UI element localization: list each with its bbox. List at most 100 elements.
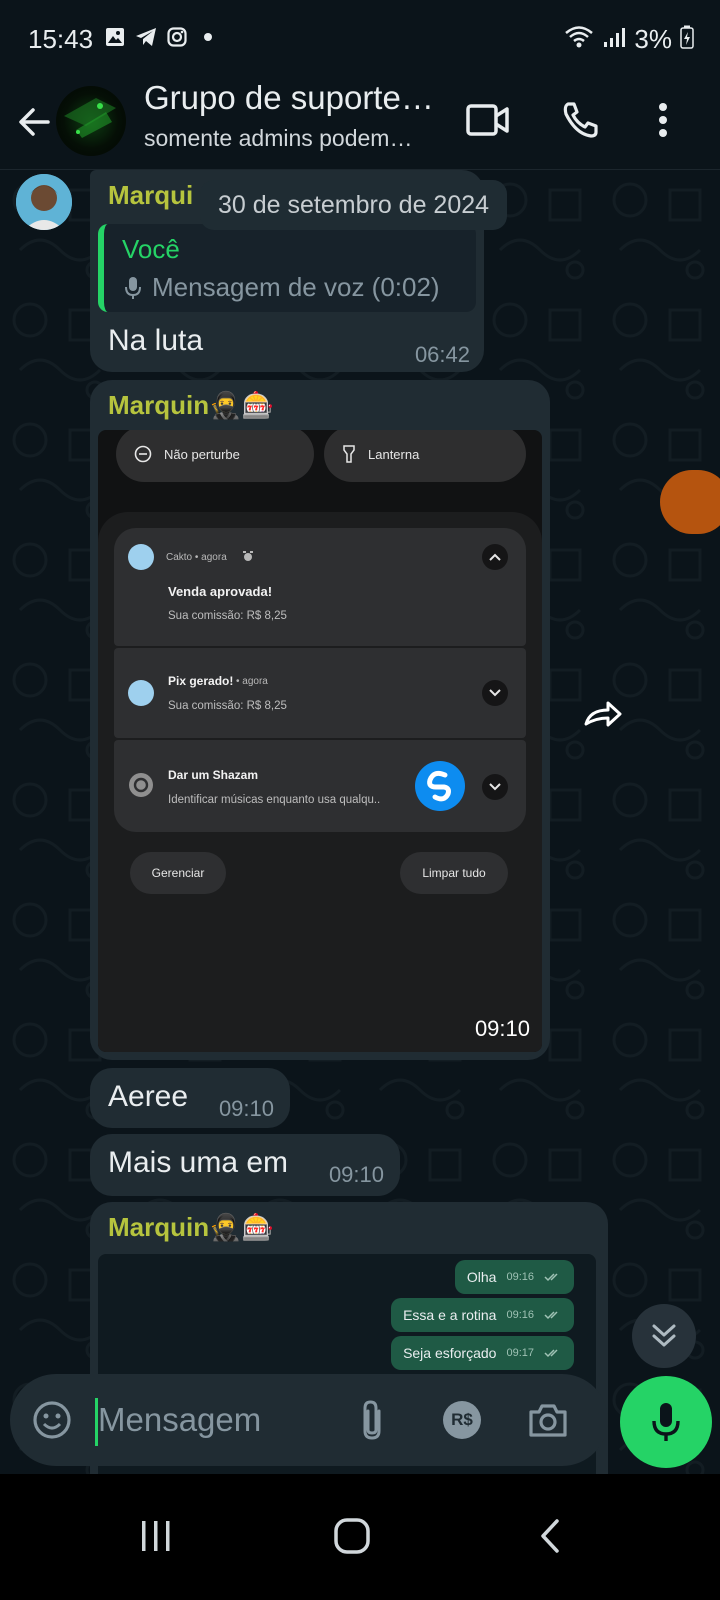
tile-do-not-disturb: Não perturbe	[116, 430, 314, 482]
message-text: Mais uma em	[108, 1146, 289, 1179]
message-text: Na luta	[108, 324, 204, 357]
battery-charging-icon	[680, 25, 694, 54]
nav-back-icon	[541, 1519, 559, 1553]
signal-icon	[602, 25, 626, 54]
instagram-icon	[166, 26, 188, 48]
cakto-app-icon	[128, 680, 154, 706]
notification-body: Identificar músicas enquanto usa qualqu.…	[168, 794, 381, 806]
shazam-small-icon	[129, 773, 153, 797]
minus-circle-icon	[134, 445, 152, 463]
mic-icon	[652, 1403, 680, 1441]
notification-title: Venda aprovada!	[168, 584, 273, 599]
voice-call-button[interactable]	[554, 94, 606, 146]
inner-message: Seja esforçado 09:17	[391, 1336, 574, 1370]
manage-notifications-button: Gerenciar	[130, 852, 226, 894]
floating-bubble[interactable]	[660, 470, 720, 534]
back-button[interactable]	[14, 100, 54, 144]
alarm-icon	[243, 551, 253, 561]
message-bubble[interactable]: Mais uma em 09:10	[90, 1134, 400, 1196]
date-chip: 30 de setembro de 2024	[200, 180, 508, 230]
expand-icon	[482, 774, 508, 800]
wifi-icon	[564, 25, 594, 54]
status-time: 15:43	[28, 24, 94, 54]
cakto-app-icon	[128, 544, 154, 570]
collapse-icon	[482, 544, 508, 570]
voice-record-button[interactable]	[620, 1376, 712, 1468]
sender-name[interactable]: Marquin🥷🎰	[108, 390, 274, 421]
forward-icon	[584, 701, 622, 727]
payment-label: R$	[451, 1410, 473, 1429]
notification-body: Sua comissão: R$ 8,25	[168, 700, 287, 712]
attach-icon	[363, 1400, 381, 1440]
sender-avatar[interactable]	[16, 174, 72, 230]
shazam-logo-icon	[415, 761, 465, 811]
chat-area[interactable]: Marqui Você Mensagem de voz (0:02) Na lu…	[0, 170, 720, 1474]
sender-name[interactable]: Marqui	[108, 180, 193, 211]
group-title[interactable]: Grupo de suporte…	[144, 79, 434, 117]
clear-all-button: Limpar tudo	[400, 852, 508, 894]
dot-icon	[197, 26, 219, 48]
more-options-icon	[659, 103, 667, 137]
message-text: Aeree	[108, 1080, 189, 1113]
emoji-button[interactable]	[28, 1396, 76, 1444]
more-options-button[interactable]	[637, 94, 689, 146]
double-check-icon	[544, 1311, 558, 1320]
inner-message-text: Olha	[466, 1269, 497, 1285]
inner-message: Essa e a rotina 09:16	[391, 1298, 574, 1332]
double-chevron-down-icon	[652, 1324, 676, 1347]
message-time: 09:10	[328, 1162, 384, 1187]
emoji-icon	[33, 1401, 71, 1439]
message-composer: R$	[10, 1374, 608, 1466]
expand-icon	[482, 680, 508, 706]
inner-message-text: Essa e a rotina	[403, 1307, 497, 1323]
quoted-message[interactable]: Você Mensagem de voz (0:02)	[98, 224, 476, 312]
recent-apps-icon	[142, 1521, 170, 1551]
video-call-icon	[466, 104, 509, 136]
notification-title: Dar um Shazam	[168, 768, 259, 782]
message-time: 09:10	[474, 1016, 530, 1041]
voice-call-icon	[563, 102, 598, 138]
screenshot-image[interactable]: Não perturbe Lanterna Cakto • agora Vend…	[98, 430, 542, 1052]
camera-button[interactable]	[524, 1396, 572, 1444]
forward-button[interactable]	[582, 694, 626, 734]
message-input[interactable]	[98, 1396, 288, 1444]
notification-card: Dar um Shazam Identificar músicas enquan…	[114, 740, 526, 832]
group-subtitle[interactable]: somente admins podem…	[144, 125, 412, 152]
camera-icon	[529, 1404, 567, 1437]
home-button[interactable]	[312, 1496, 392, 1576]
chat-header: Grupo de suporte… somente admins podem…	[0, 78, 720, 170]
message-time: 06:42	[414, 342, 470, 367]
recent-apps-button[interactable]	[116, 1496, 196, 1576]
double-check-icon	[544, 1349, 558, 1358]
tile-flashlight: Lanterna	[324, 430, 526, 482]
payment-button[interactable]: R$	[438, 1396, 486, 1444]
flashlight-icon	[343, 445, 355, 463]
notification-panel: Cakto • agora Venda aprovada! Sua comiss…	[98, 512, 542, 1052]
nav-back-button[interactable]	[510, 1496, 590, 1576]
system-nav-bar	[0, 1474, 720, 1600]
status-system-icons: 3%	[564, 24, 694, 55]
video-call-button[interactable]	[462, 94, 514, 146]
message-bubble[interactable]: Aeree 09:10	[90, 1068, 290, 1128]
notification-app: Cakto • agora	[166, 552, 227, 563]
message-bubble-image[interactable]: Marquin🥷🎰 Não perturbe Lanterna Cakto • …	[90, 380, 550, 1060]
group-avatar[interactable]	[56, 86, 126, 156]
double-check-icon	[544, 1273, 558, 1282]
telegram-icon	[135, 26, 157, 48]
battery-percent: 3%	[634, 24, 672, 54]
attach-button[interactable]	[348, 1396, 396, 1444]
quoted-text: Mensagem de voz (0:02)	[152, 272, 440, 302]
sender-name[interactable]: Marquin🥷🎰	[108, 1212, 274, 1243]
home-icon	[334, 1518, 370, 1554]
notification-card: Pix gerado! • agora Sua comissão: R$ 8,2…	[114, 648, 526, 738]
mic-small-icon	[125, 277, 141, 299]
arrow-back-icon	[19, 108, 50, 136]
scroll-to-bottom-button[interactable]	[632, 1304, 696, 1368]
gallery-icon	[104, 26, 126, 48]
notification-title: Pix gerado!	[168, 674, 234, 688]
inner-message-time: 09:16	[506, 1309, 534, 1321]
status-bar: 15:43 3%	[0, 0, 720, 78]
inner-message-time: 09:17	[506, 1347, 534, 1359]
inner-message-time: 09:16	[506, 1271, 534, 1283]
status-notification-icons	[104, 26, 219, 48]
